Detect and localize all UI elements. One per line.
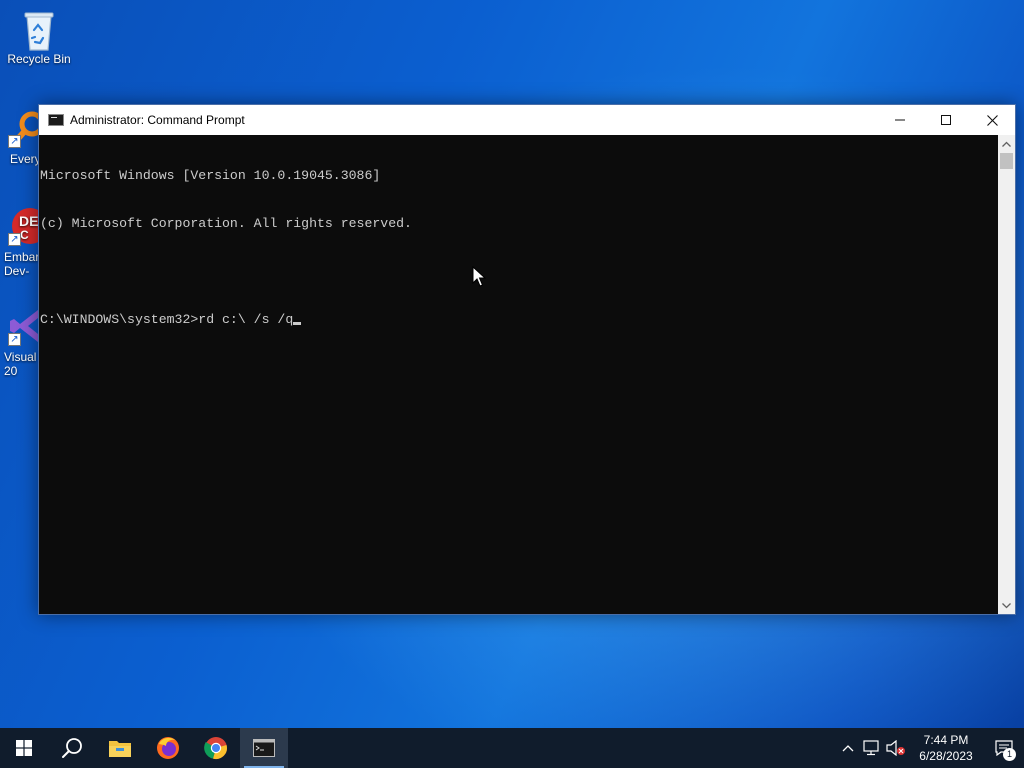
desktop-icon-label: Recycle Bin	[7, 52, 71, 66]
shortcut-arrow-icon: ↗	[8, 333, 21, 346]
everything-search-icon: ↗	[8, 108, 40, 148]
svg-text:C: C	[20, 228, 29, 242]
clock-time: 7:44 PM	[923, 733, 969, 747]
minimize-button[interactable]	[877, 105, 923, 135]
close-button[interactable]	[969, 105, 1015, 135]
shortcut-arrow-icon: ↗	[8, 233, 21, 246]
command-prompt-icon	[48, 114, 64, 126]
chevron-up-icon	[842, 745, 854, 752]
desktop-icon-label: Visual 20	[4, 350, 37, 378]
show-hidden-icons-button[interactable]	[836, 728, 860, 768]
search-icon	[62, 738, 82, 758]
scroll-up-button[interactable]	[998, 135, 1015, 152]
chevron-up-icon	[1002, 141, 1011, 147]
minimize-icon	[895, 119, 905, 121]
window-title: Administrator: Command Prompt	[70, 113, 245, 127]
search-button[interactable]	[48, 728, 96, 768]
firefox-icon	[157, 737, 179, 759]
visual-studio-icon: ↗	[8, 306, 40, 346]
desktop-icon-embarcadero[interactable]: DE C ↗ Embar Dev-	[0, 206, 40, 278]
chrome-icon	[204, 737, 227, 759]
mouse-pointer-icon	[472, 266, 486, 287]
taskbar-chrome[interactable]	[192, 728, 240, 768]
svg-text:DE: DE	[19, 213, 38, 229]
shortcut-arrow-icon: ↗	[8, 135, 21, 148]
maximize-icon	[941, 115, 951, 125]
start-button[interactable]	[0, 728, 48, 768]
close-icon	[986, 114, 998, 126]
window-titlebar[interactable]: Administrator: Command Prompt	[39, 105, 1015, 135]
console-command-line[interactable]: C:\WINDOWS\system32>rd c:\ /s /q	[40, 312, 999, 328]
console-output[interactable]: Microsoft Windows [Version 10.0.19045.30…	[39, 135, 999, 614]
console-line: Microsoft Windows [Version 10.0.19045.30…	[40, 168, 381, 183]
chevron-down-icon	[1002, 602, 1011, 608]
desktop-icon-visual-studio[interactable]: ↗ Visual 20	[0, 306, 40, 378]
taskbar: 7:44 PM 6/28/2023 1	[0, 728, 1024, 768]
maximize-button[interactable]	[923, 105, 969, 135]
system-tray: 7:44 PM 6/28/2023 1	[836, 728, 1024, 768]
clock-date: 6/28/2023	[919, 749, 973, 763]
desktop-icon-recycle-bin[interactable]: Recycle Bin	[2, 8, 76, 66]
action-center-button[interactable]: 1	[984, 728, 1024, 768]
scroll-down-button[interactable]	[998, 597, 1015, 614]
command-prompt-window[interactable]: Administrator: Command Prompt Microsoft …	[38, 104, 1016, 615]
taskbar-clock[interactable]: 7:44 PM 6/28/2023	[908, 732, 984, 764]
desktop-icon-everything[interactable]: ↗ Every	[0, 108, 40, 166]
console-prompt-text: C:\WINDOWS\system32>rd c:\ /s /q	[40, 312, 294, 327]
desktop-icon-label: Every	[10, 152, 40, 166]
network-button[interactable]	[860, 728, 884, 768]
console-line: (c) Microsoft Corporation. All rights re…	[40, 216, 412, 231]
notification-count-badge: 1	[1003, 748, 1016, 761]
taskbar-command-prompt[interactable]	[240, 728, 288, 768]
command-prompt-icon	[253, 739, 275, 757]
file-explorer-icon	[109, 741, 131, 757]
windows-start-icon	[16, 740, 32, 756]
network-icon	[863, 740, 879, 756]
volume-muted-icon	[886, 740, 905, 756]
text-cursor	[293, 322, 302, 325]
taskbar-file-explorer[interactable]	[96, 728, 144, 768]
embarcadero-dev-cpp-icon: DE C ↗	[8, 206, 40, 246]
vertical-scrollbar[interactable]	[998, 135, 1015, 614]
scrollbar-thumb[interactable]	[1000, 153, 1013, 169]
desktop-icon-label: Embar Dev-	[4, 250, 40, 278]
recycle-bin-icon	[19, 8, 59, 51]
volume-button[interactable]	[884, 728, 908, 768]
taskbar-firefox[interactable]	[144, 728, 192, 768]
